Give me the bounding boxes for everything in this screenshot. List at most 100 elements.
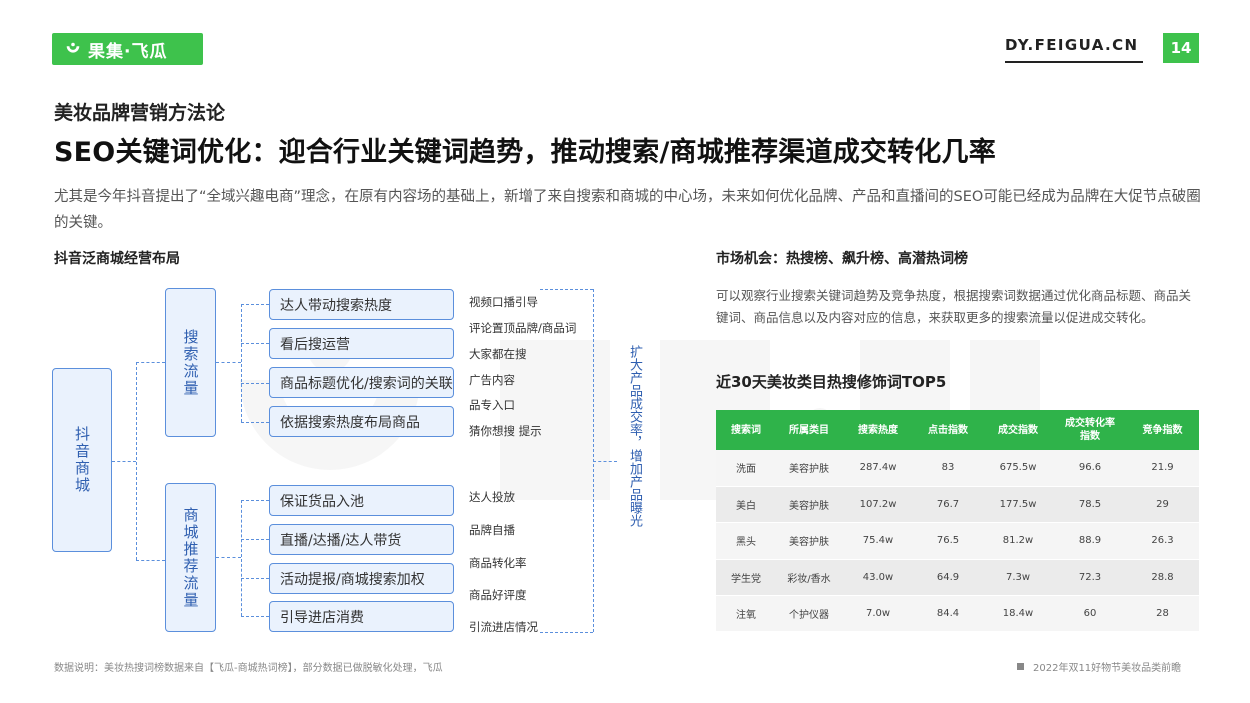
group-label: 商城推荐流量 (181, 506, 200, 609)
table-cell: 287.4w (842, 450, 914, 487)
table-header-row: 搜索词 所属类目 搜索热度 点击指数 成交指数 成交转化率指数 竞争指数 (716, 410, 1199, 450)
table-cell: 彩妆/香水 (776, 559, 842, 597)
table-cell: 7.3w (982, 559, 1054, 597)
mall-item: 活动提报/商城搜索加权 (269, 563, 454, 594)
tactic-label: 商品转化率 (469, 556, 527, 570)
column-header: 点击指数 (914, 410, 982, 450)
table-cell: 177.5w (982, 486, 1054, 524)
search-item-label: 达人带动搜索热度 (280, 297, 392, 314)
table-cell: 107.2w (842, 486, 914, 524)
connector (241, 383, 269, 384)
search-item: 看后搜运营 (269, 328, 454, 359)
table-cell: 个护仪器 (776, 595, 842, 633)
group-search-traffic: 搜索流量 (165, 288, 216, 437)
connector (136, 362, 165, 363)
table-cell: 72.3 (1054, 559, 1126, 597)
table-cell: 美容护肤 (776, 450, 842, 487)
square-bullet-icon (1017, 663, 1024, 670)
table-title: 近30天美妆类目热搜修饰词TOP5 (716, 373, 947, 391)
table-cell: 76.5 (914, 522, 982, 560)
tactic-label: 引流进店情况 (469, 620, 538, 634)
mall-item-label: 活动提报/商城搜索加权 (280, 571, 425, 588)
table-cell: 83 (914, 450, 982, 487)
table-cell: 28 (1126, 595, 1199, 633)
connector (241, 304, 269, 305)
table-cell: 75.4w (842, 522, 914, 560)
table-cell: 7.0w (842, 595, 914, 633)
section-subtitle: 美妆品牌营销方法论 (54, 102, 226, 124)
connector (136, 362, 137, 560)
table-cell: 美白 (716, 486, 776, 524)
table-cell: 洗面 (716, 450, 776, 487)
mall-item: 直播/达播/达人带货 (269, 524, 454, 555)
tactic-label: 达人投放 (469, 490, 515, 504)
mall-item: 保证货品入池 (269, 485, 454, 516)
table-cell: 28.8 (1126, 559, 1199, 597)
connector (112, 461, 136, 462)
table-cell: 29 (1126, 486, 1199, 524)
table-cell: 76.7 (914, 486, 982, 524)
report-name: 2022年双11好物节美妆品类前瞻 (1017, 659, 1181, 674)
tactic-label: 品牌自播 (469, 523, 515, 537)
site-url[interactable]: DY.FEIGUA.CN (1005, 36, 1139, 54)
search-item: 达人带动搜索热度 (269, 289, 454, 320)
tactic-label: 品专入口 (469, 398, 515, 412)
table-cell: 43.0w (842, 559, 914, 597)
connector (241, 500, 269, 501)
page-number: 14 (1163, 33, 1199, 63)
tactic-label: 视频口播引导 (469, 295, 538, 309)
group-label: 搜索流量 (181, 328, 200, 397)
connector (241, 616, 269, 617)
page-title: SEO关键词优化：迎合行业关键词趋势，推动搜索/商城推荐渠道成交转化几率 (54, 137, 996, 168)
connector (136, 560, 165, 561)
tactic-label: 评论置顶品牌/商品词 (469, 321, 577, 335)
tactic-label: 大家都在搜 (469, 347, 527, 361)
hot-search-table: 搜索词 所属类目 搜索热度 点击指数 成交指数 成交转化率指数 竞争指数 洗面 … (716, 410, 1199, 633)
group-mall-recommend-traffic: 商城推荐流量 (165, 483, 216, 632)
market-opportunity-description: 可以观察行业搜索关键词趋势及竞争热度，根据搜索词数据通过优化商品标题、商品关键词… (716, 288, 1192, 325)
bracket-line (540, 632, 593, 633)
connector (216, 557, 241, 558)
mall-item-label: 引导进店消费 (280, 609, 364, 626)
connector (241, 343, 269, 344)
connector (216, 362, 241, 363)
tactic-label: 猜你想搜 提示 (469, 424, 542, 438)
column-header: 搜索词 (716, 410, 776, 450)
connector (241, 500, 242, 616)
root-node-label: 抖音商城 (73, 426, 91, 494)
table-cell: 18.4w (982, 595, 1054, 633)
table-cell: 78.5 (1054, 486, 1126, 524)
table-row: 黑头 美容护肤 75.4w 76.5 81.2w 88.9 26.3 (716, 522, 1199, 560)
left-section-heading: 抖音泛商城经营布局 (54, 251, 180, 267)
table-cell: 96.6 (1054, 450, 1126, 487)
connector (241, 304, 242, 422)
report-name-label: 2022年双11好物节美妆品类前瞻 (1033, 663, 1182, 674)
table-row: 学生党 彩妆/香水 43.0w 64.9 7.3w 72.3 28.8 (716, 559, 1199, 597)
table-cell: 黑头 (716, 522, 776, 560)
table-row: 美白 美容护肤 107.2w 76.7 177.5w 78.5 29 (716, 486, 1199, 524)
connector (241, 422, 269, 423)
column-header: 成交转化率指数 (1054, 410, 1126, 450)
table-cell: 81.2w (982, 522, 1054, 560)
mall-item: 引导进店消费 (269, 601, 454, 632)
site-url-underline (1005, 61, 1143, 63)
column-header: 所属类目 (776, 410, 842, 450)
table-cell: 88.9 (1054, 522, 1126, 560)
intro-paragraph: 尤其是今年抖音提出了“全域兴趣电商”理念，在原有内容场的基础上，新增了来自搜索和… (54, 189, 1201, 231)
tactic-label: 商品好评度 (469, 588, 527, 602)
table-row: 洗面 美容护肤 287.4w 83 675.5w 96.6 21.9 (716, 450, 1199, 487)
brand-logo[interactable]: 果集·飞瓜 (52, 33, 203, 65)
search-item: 依据搜索热度布局商品 (269, 406, 454, 437)
column-header: 竞争指数 (1126, 410, 1199, 450)
data-source-note: 数据说明：美妆热搜词榜数据来自【飞瓜-商城热词榜】，部分数据已做脱敏化处理，飞瓜 (54, 663, 443, 674)
table-row: 注氧 个护仪器 7.0w 84.4 18.4w 60 28 (716, 595, 1199, 633)
column-header: 成交指数 (982, 410, 1054, 450)
outcome-note: 扩大产品成交率，增加产品曝光 (627, 345, 642, 527)
connector (241, 578, 269, 579)
table-cell: 26.3 (1126, 522, 1199, 560)
mall-item-label: 直播/达播/达人带货 (280, 532, 402, 549)
logo-text: 果集·飞瓜 (88, 41, 168, 62)
table-cell: 21.9 (1126, 450, 1199, 487)
search-item-label: 看后搜运营 (280, 336, 350, 353)
table-cell: 美容护肤 (776, 486, 842, 524)
